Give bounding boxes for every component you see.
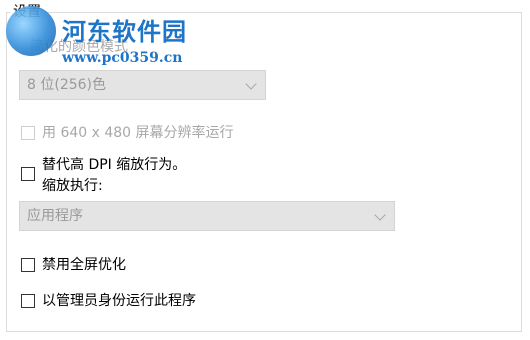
resolution-checkbox[interactable]	[21, 126, 35, 140]
chevron-down-icon	[245, 78, 257, 90]
fullscreen-checkbox[interactable]	[21, 258, 35, 272]
dpi-scaling-label: 缩放执行:	[42, 178, 103, 194]
watermark-url: www.pc0359.cn	[62, 50, 183, 66]
color-mode-value: 8 位(256)色	[27, 77, 107, 93]
dpi-override-checkbox[interactable]	[21, 167, 35, 181]
fullscreen-label: 禁用全屏优化	[42, 257, 126, 273]
dpi-override-label: 替代高 DPI 缩放行为。	[42, 157, 187, 173]
logo-icon	[6, 6, 56, 56]
admin-checkbox[interactable]	[21, 294, 35, 308]
watermark-logo: 河东软件园 www.pc0359.cn	[6, 6, 226, 76]
dpi-scaling-select[interactable]: 应用程序	[19, 201, 395, 231]
resolution-label: 用 640 x 480 屏幕分辨率运行	[42, 125, 234, 141]
admin-label: 以管理员身份运行此程序	[42, 293, 196, 309]
watermark-title: 河东软件园	[62, 17, 187, 46]
dpi-scaling-value: 应用程序	[27, 208, 83, 224]
chevron-down-icon	[374, 209, 386, 221]
